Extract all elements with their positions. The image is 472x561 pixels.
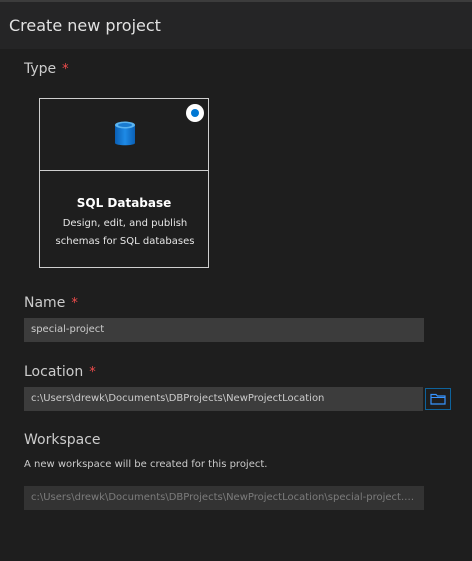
workspace-label: Workspace (24, 432, 101, 448)
type-label-text: Type (24, 61, 57, 77)
folder-icon (430, 393, 446, 405)
browse-folder-button[interactable] (425, 388, 451, 410)
location-required-mark: * (89, 365, 96, 380)
name-label-text: Name (24, 295, 66, 311)
card-icon-area (40, 99, 208, 171)
dialog-header: Create new project (0, 2, 472, 49)
project-type-title: SQL Database (76, 196, 172, 210)
type-label: Type * (24, 61, 69, 77)
project-name-input[interactable]: special-project (24, 318, 424, 342)
location-input[interactable]: c:\Users\drewk\Documents\DBProjects\NewP… (24, 387, 423, 411)
project-type-radio[interactable] (186, 104, 204, 122)
dialog-title: Create new project (9, 16, 161, 35)
location-label-text: Location (24, 364, 84, 380)
location-label: Location * (24, 364, 96, 380)
name-required-mark: * (71, 296, 78, 311)
workspace-note: A new workspace will be created for this… (24, 459, 268, 470)
workspace-path-input: c:\Users\drewk\Documents\DBProjects\NewP… (24, 486, 424, 510)
project-type-description: Design, edit, and publish schemas for SQ… (55, 218, 195, 247)
database-icon (115, 121, 135, 146)
type-required-mark: * (62, 62, 69, 77)
name-label: Name * (24, 295, 78, 311)
project-type-card-sql-database[interactable]: SQL Database Design, edit, and publish s… (39, 98, 209, 268)
